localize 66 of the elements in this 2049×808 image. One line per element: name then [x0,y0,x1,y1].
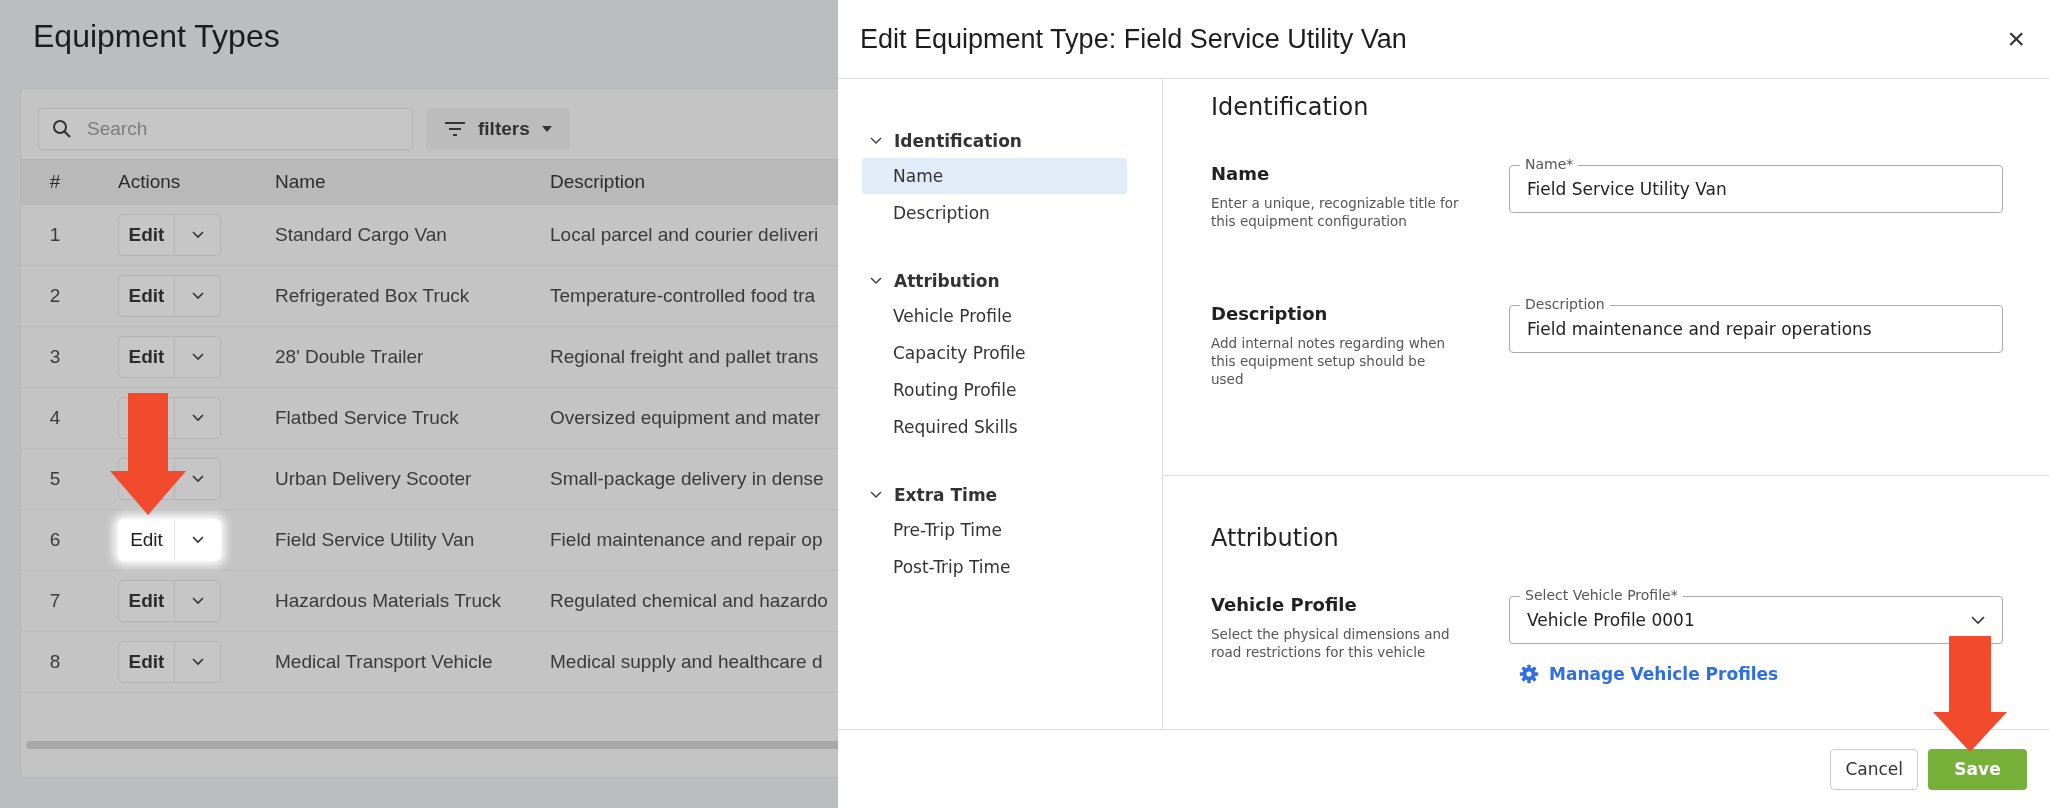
row-number: 8 [48,651,62,673]
table-cell-text: Refrigerated Box Truck [275,285,471,307]
edit-button-group[interactable]: Edit [118,336,221,378]
table-cell-text: Field Service Utility Van [275,529,476,551]
manage-link[interactable]: Manage Vehicle Profiles [1519,664,1779,684]
cancel-button[interactable]: Cancel [1830,748,1918,790]
row-number: 1 [48,224,62,246]
table-cell-text: Small-package delivery in dense [550,468,825,490]
help-text: Enter a unique, recognizable title for this equipment configuration [1211,194,1460,230]
edit-button[interactable]: Edit [119,581,175,621]
field-label: Vehicle Profile [1211,594,1358,615]
page-title: Equipment Types [32,17,281,56]
table-cell-text: Standard Cargo Van [275,224,448,246]
help-text: Add internal notes regarding when this equipment setup should be used [1211,334,1447,388]
column-header: Name [275,171,327,193]
edit-button-group[interactable]: Edit [118,519,221,561]
search-field[interactable]: Search [38,108,413,150]
column-header: Description [550,171,647,193]
section-title: Attribution [1211,524,1340,552]
nav-item[interactable]: Description [862,195,1127,231]
close-button[interactable]: × [2003,22,2029,56]
nav-group-header[interactable]: Attribution [862,264,1162,298]
edit-button[interactable]: Edit [119,276,175,316]
help-text: Select the physical dimensions and road restrictions for this vehicle [1211,625,1451,661]
nav-item[interactable]: Vehicle Profile [862,298,1127,334]
field-label: Name [1211,163,1271,184]
table-cell-text: Flatbed Service Truck [275,407,460,429]
panel-title: Edit Equipment Type: Field Service Utility Van [860,23,1407,55]
nav-item[interactable]: Required Skills [862,409,1127,445]
row-number: 3 [48,346,62,368]
edit-button[interactable]: Edit [119,337,175,377]
edit-button[interactable]: Edit [119,215,175,255]
table-cell-text: Regional freight and pallet trans [550,346,820,368]
nav-item[interactable]: Routing Profile [862,372,1127,408]
edit-button[interactable]: Edit [119,642,175,682]
column-header: # [48,171,62,193]
field-label: Description [1211,303,1329,324]
table-cell-text: Urban Delivery Scooter [275,468,473,490]
table-cell-text: Hazardous Materials Truck [275,590,502,612]
row-number: 4 [48,407,62,429]
filters-button[interactable]: filters [426,108,570,150]
table-cell-text: Temperature-controlled food tra [550,285,817,307]
table-cell-text: Field maintenance and repair op [550,529,824,551]
row-number: 5 [48,468,62,490]
nav-item[interactable]: Pre-Trip Time [862,512,1127,548]
edit-button-group[interactable]: Edit [118,214,221,256]
column-header: Actions [117,171,182,193]
table-cell-text: 28' Double Trailer [275,346,425,368]
table-cell-text: Medical Transport Vehicle [275,651,494,673]
nav-item[interactable]: Capacity Profile [862,335,1127,371]
section-title: Identification [1211,93,1370,121]
table-cell-text: Medical supply and healthcare d [550,651,824,673]
nav-item[interactable]: Post-Trip Time [862,549,1127,585]
nav-group-header[interactable]: Identification [862,124,1162,158]
nav-group-header[interactable]: Extra Time [862,478,1162,512]
edit-button-group[interactable]: Edit [118,275,221,317]
nav-item[interactable]: Name [862,158,1127,194]
edit-button[interactable]: Edit [119,520,175,560]
edit-button-group[interactable]: Edit [118,580,221,622]
row-number: 6 [48,529,62,551]
table-cell-text: Oversized equipment and mater [550,407,822,429]
table-cell-text: Regulated chemical and hazardo [550,590,829,612]
edit-button-group[interactable]: Edit [118,641,221,683]
row-number: 7 [48,590,62,612]
table-cell-text: Local parcel and courier deliveri [550,224,820,246]
row-number: 2 [48,285,62,307]
